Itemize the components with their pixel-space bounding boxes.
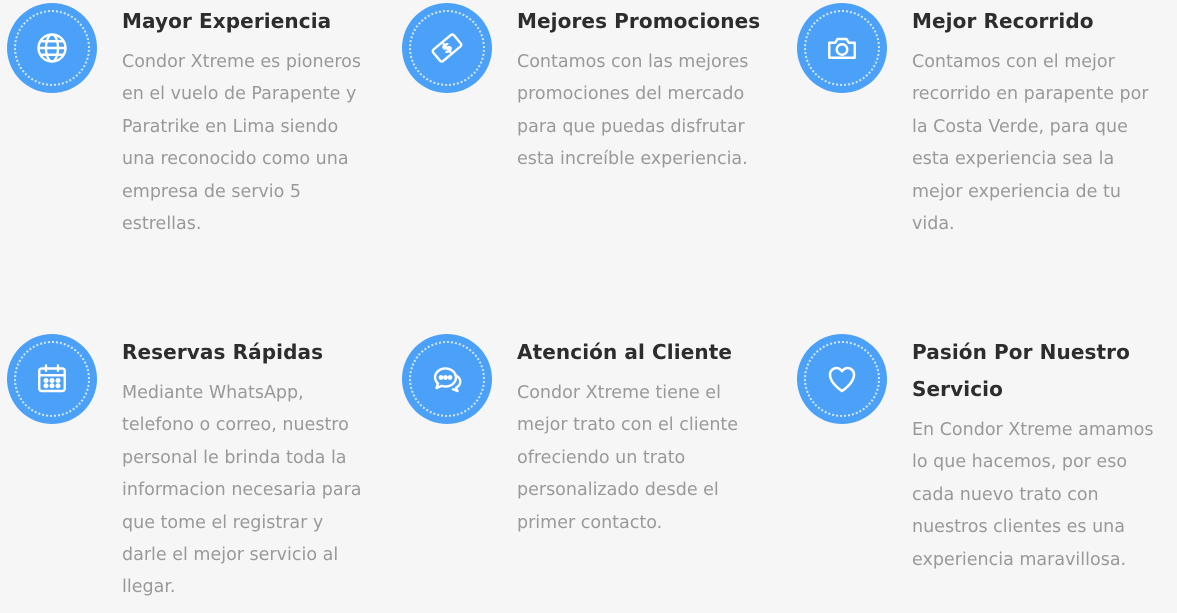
feature-title: Mayor Experiencia xyxy=(122,9,332,33)
feature-description: Mediante WhatsApp, telefono o correo, nu… xyxy=(122,383,362,598)
feature-title: Reservas Rápidas xyxy=(122,340,324,364)
feature-description: Condor Xtreme tiene el mejor trato con e… xyxy=(517,383,739,533)
calendar-icon xyxy=(7,334,97,424)
camera-icon xyxy=(797,3,887,93)
feature-description: Contamos con el mejor recorrido en parap… xyxy=(912,52,1149,235)
globe-icon xyxy=(7,3,97,93)
features-grid: Mayor Experiencia Condor Xtreme es pione… xyxy=(0,0,1177,613)
feature-title: Mejores Promociones xyxy=(517,9,761,33)
feature-description: Contamos con las mejores promociones del… xyxy=(517,52,749,170)
money-bill-icon xyxy=(402,3,492,93)
heart-icon xyxy=(797,334,887,424)
feature-title: Pasión Por Nuestro Servicio xyxy=(912,340,1130,401)
chat-bubbles-icon xyxy=(402,334,492,424)
feature-description: En Condor Xtreme amamos lo que hacemos, … xyxy=(912,420,1154,570)
feature-description: Condor Xtreme es pioneros en el vuelo de… xyxy=(122,52,362,235)
feature-title: Atención al Cliente xyxy=(517,340,733,364)
feature-title: Mejor Recorrido xyxy=(912,9,1094,33)
